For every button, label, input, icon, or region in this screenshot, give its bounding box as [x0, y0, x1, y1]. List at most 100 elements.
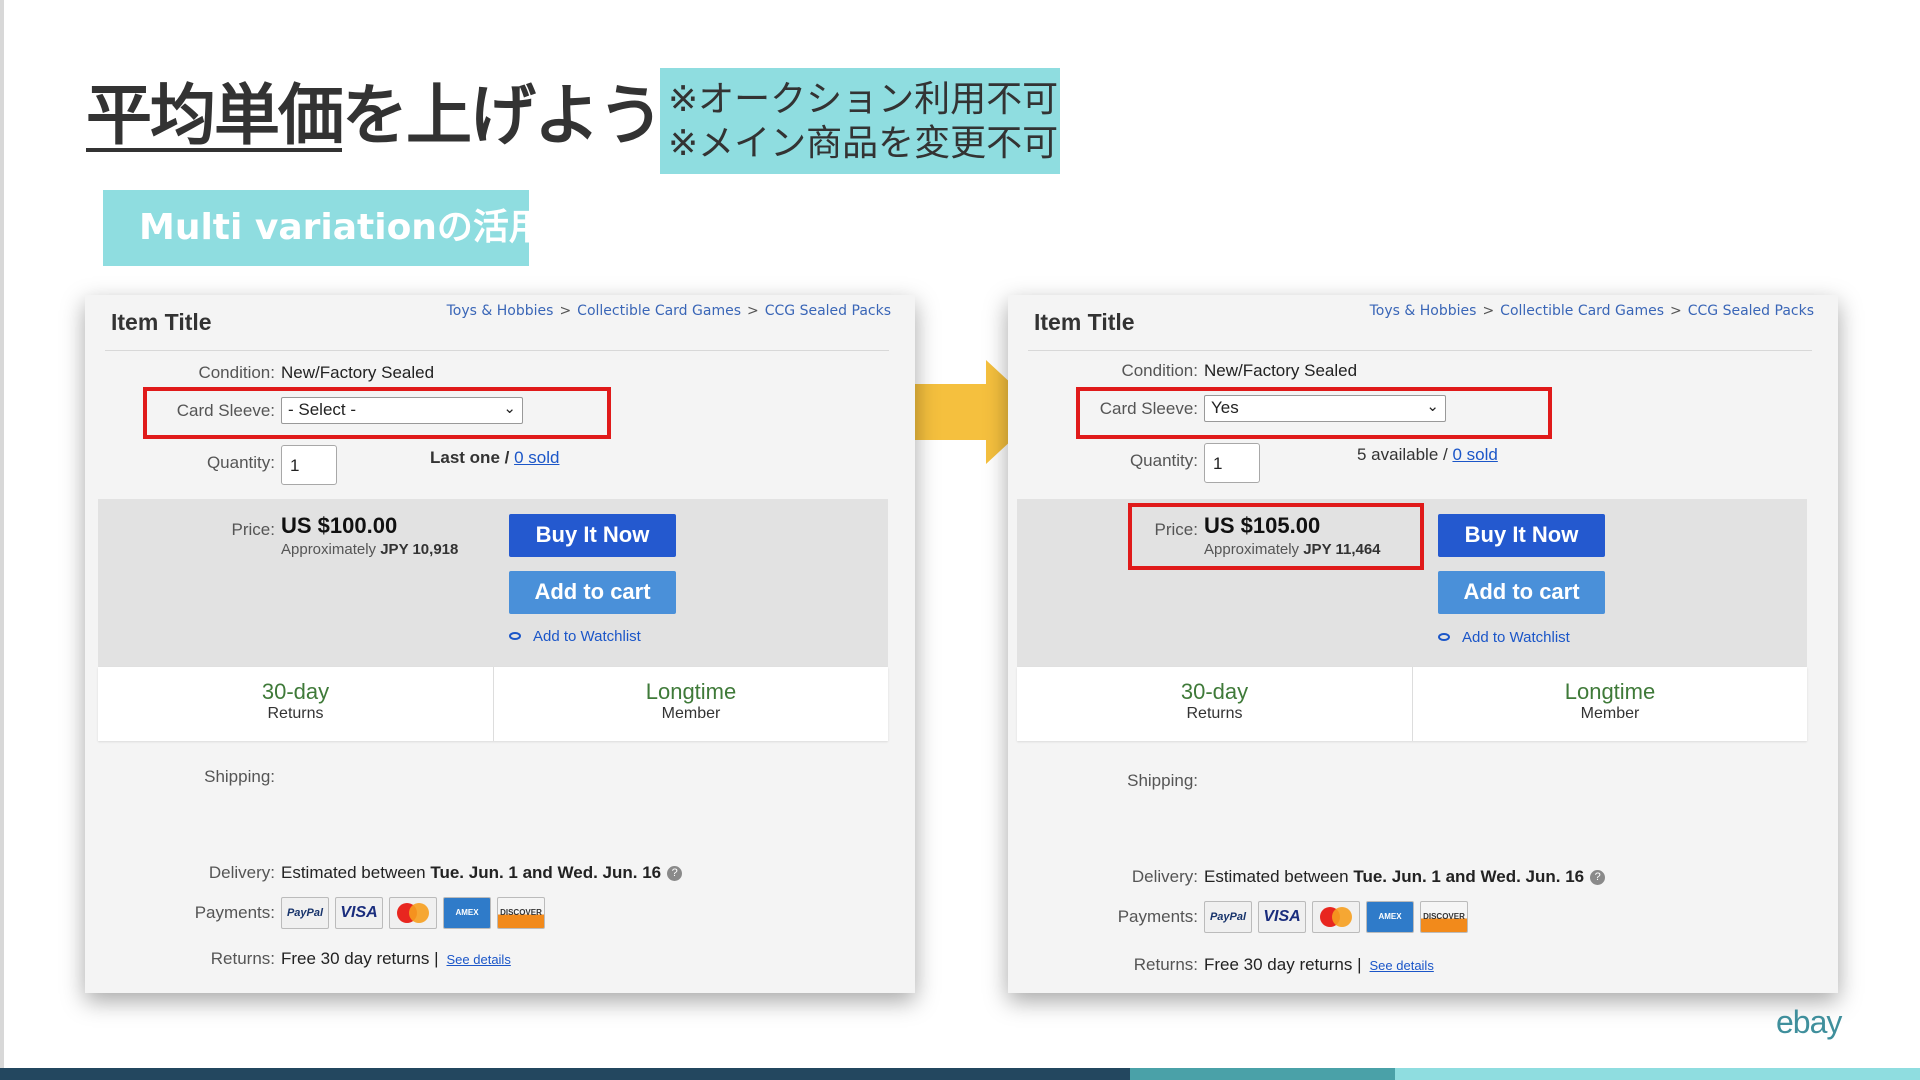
condition-value: New/Factory Sealed — [1204, 361, 1358, 380]
note-box: ※オークション利用不可 ※メイン商品を変更不可 — [660, 68, 1060, 174]
help-icon[interactable]: ? — [1590, 870, 1606, 886]
see-details-link[interactable]: See details — [447, 952, 511, 967]
title-divider — [1028, 350, 1812, 351]
watchlist-label: Add to Watchlist — [533, 628, 641, 645]
title-divider — [105, 350, 889, 351]
breadcrumb-collectible-card-games[interactable]: Collectible Card Games — [577, 303, 741, 319]
returns-badge-small: Returns — [1186, 705, 1243, 722]
returns-text: Free 30 day returns | — [281, 949, 439, 968]
eye-icon — [509, 632, 521, 641]
breadcrumb-toys-hobbies[interactable]: Toys & Hobbies — [1370, 303, 1477, 319]
amex-icon: AMEX — [443, 897, 491, 929]
slide-title: 平均単価を上げよう — [86, 62, 664, 158]
delivery-prefix: Estimated between — [281, 863, 426, 882]
payment-icons: PayPal VISA AMEX DISCOVER — [1204, 901, 1468, 933]
buy-it-now-button[interactable]: Buy It Now — [509, 514, 676, 557]
note-line-auction: ※オークション利用不可 — [668, 79, 1059, 120]
quantity-label: Quantity: — [206, 453, 275, 472]
delivery-label: Delivery: — [1131, 867, 1198, 886]
visa-icon: VISA — [335, 897, 383, 929]
slide-title-rest: を上げよう — [342, 77, 664, 154]
multi-variation-tag: Multi variationの活用 — [103, 190, 545, 266]
availability-sep: / — [1438, 445, 1453, 464]
slide-title-underlined: 平均単価 — [86, 77, 344, 154]
see-details-link[interactable]: See details — [1370, 958, 1434, 973]
discover-icon: DISCOVER — [1420, 901, 1468, 933]
returns-badge-big: 30-day — [261, 679, 330, 704]
add-to-cart-button[interactable]: Add to cart — [509, 571, 676, 614]
sold-link[interactable]: 0 sold — [514, 448, 559, 467]
returns-label: Returns: — [210, 949, 275, 968]
discover-icon: DISCOVER — [497, 897, 545, 929]
breadcrumb-ccg-sealed-packs[interactable]: CCG Sealed Packs — [1688, 303, 1814, 319]
item-title: Item Title — [1034, 309, 1135, 335]
price-approx: Approximately JPY 10,918 — [281, 541, 458, 558]
returns-value: Free 30 day returns | See details — [281, 949, 511, 969]
mastercard-icon — [1312, 901, 1360, 933]
breadcrumb-ccg-sealed-packs[interactable]: CCG Sealed Packs — [765, 303, 891, 319]
paypal-icon: PayPal — [281, 897, 329, 929]
add-to-watchlist-link[interactable]: Add to Watchlist — [1438, 629, 1570, 646]
payments-label: Payments: — [1117, 907, 1198, 926]
approx-prefix: Approximately — [281, 541, 377, 558]
badges-row: 30-day Returns Longtime Member — [1017, 667, 1807, 741]
quantity-input[interactable]: 1 — [1204, 443, 1260, 483]
payment-icons: PayPal VISA AMEX DISCOVER — [281, 897, 545, 929]
quantity-label: Quantity: — [1129, 451, 1198, 470]
price-highlight — [1128, 503, 1424, 570]
returns-badge-small: Returns — [267, 705, 324, 722]
buy-it-now-button[interactable]: Buy It Now — [1438, 514, 1605, 557]
availability-text: Last one — [430, 448, 500, 467]
availability: 5 available / 0 sold — [1357, 445, 1498, 465]
quantity-input[interactable]: 1 — [281, 445, 337, 485]
delivery-label: Delivery: — [208, 863, 275, 882]
footer-bar-mid — [1130, 1068, 1395, 1080]
shipping-label: Shipping: — [1127, 771, 1198, 790]
breadcrumb-toys-hobbies[interactable]: Toys & Hobbies — [447, 303, 554, 319]
returns-text: Free 30 day returns | — [1204, 955, 1362, 974]
member-badge: Longtime Member — [1412, 667, 1807, 741]
listing-panel-after: Item Title Toys & Hobbies > Collectible Ca… — [1008, 295, 1838, 993]
availability-text: 5 available — [1357, 445, 1439, 464]
price-value: US $100.00 — [281, 513, 398, 538]
visa-icon: VISA — [1258, 901, 1306, 933]
delivery-value: Estimated between Tue. Jun. 1 and Wed. J… — [1204, 867, 1606, 887]
member-badge-small: Member — [1580, 705, 1640, 722]
breadcrumb: Toys & Hobbies > Collectible Card Games > CC… — [446, 303, 891, 319]
eye-icon — [1438, 633, 1450, 642]
add-to-cart-button[interactable]: Add to cart — [1438, 571, 1605, 614]
item-title: Item Title — [111, 309, 212, 335]
returns-badge: 30-day Returns — [98, 667, 493, 741]
amex-icon: AMEX — [1366, 901, 1414, 933]
delivery-prefix: Estimated between — [1204, 867, 1349, 886]
listing-panel-before: Item Title Toys & Hobbies > Collectible Ca… — [85, 295, 915, 993]
returns-badge: 30-day Returns — [1017, 667, 1412, 741]
help-icon[interactable]: ? — [667, 866, 683, 882]
member-badge: Longtime Member — [493, 667, 888, 741]
condition-label: Condition: — [1121, 361, 1198, 380]
delivery-dates: Tue. Jun. 1 and Wed. Jun. 16 — [430, 863, 662, 882]
slide-left-edge — [0, 0, 4, 1080]
returns-value: Free 30 day returns | See details — [1204, 955, 1434, 975]
availability: Last one / 0 sold — [430, 448, 559, 468]
delivery-dates: Tue. Jun. 1 and Wed. Jun. 16 — [1353, 867, 1585, 886]
member-badge-big: Longtime — [645, 679, 737, 704]
ebay-logo: ebay — [1776, 1004, 1842, 1040]
card-sleeve-highlight — [143, 387, 611, 439]
card-sleeve-highlight — [1076, 387, 1552, 439]
member-badge-small: Member — [661, 705, 721, 722]
breadcrumb-collectible-card-games[interactable]: Collectible Card Games — [1500, 303, 1664, 319]
breadcrumb: Toys & Hobbies > Collectible Card Games > CC… — [1369, 303, 1814, 319]
approx-value: JPY 10,918 — [380, 541, 459, 558]
returns-label: Returns: — [1133, 955, 1198, 974]
sold-link[interactable]: 0 sold — [1452, 445, 1497, 464]
condition-label: Condition: — [198, 363, 275, 382]
price-label: Price: — [231, 520, 275, 539]
watchlist-label: Add to Watchlist — [1462, 629, 1570, 646]
paypal-icon: PayPal — [1204, 901, 1252, 933]
note-line-main-item: ※メイン商品を変更不可 — [668, 123, 1059, 164]
add-to-watchlist-link[interactable]: Add to Watchlist — [509, 628, 641, 645]
delivery-value: Estimated between Tue. Jun. 1 and Wed. J… — [281, 863, 683, 883]
footer-bar-light — [1395, 1068, 1920, 1080]
shipping-label: Shipping: — [204, 767, 275, 786]
